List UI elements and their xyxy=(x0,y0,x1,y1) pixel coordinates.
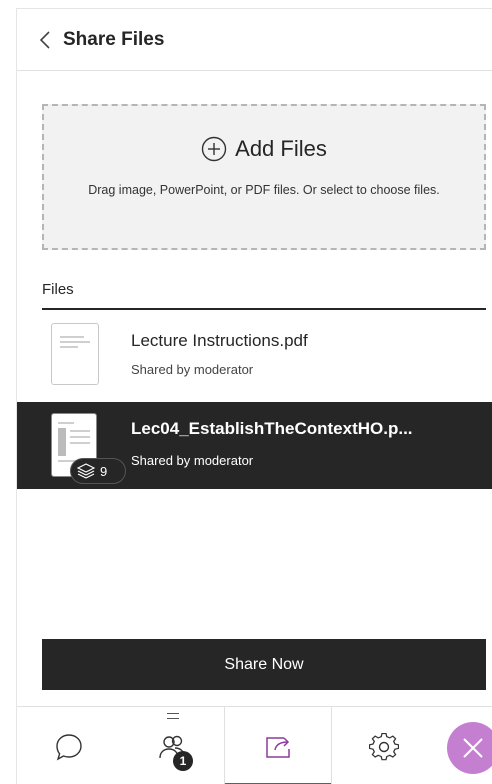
file-dropzone[interactable]: Add Files Drag image, PowerPoint, or PDF… xyxy=(42,104,486,250)
tab-share-content[interactable] xyxy=(224,707,332,784)
page-count: 9 xyxy=(100,463,108,479)
file-item-selected[interactable]: 9 Lec04_EstablishTheContextHO.p... Share… xyxy=(17,402,492,489)
file-thumbnail xyxy=(51,323,99,385)
share-now-button[interactable]: Share Now xyxy=(42,639,486,690)
share-files-panel: Share Files Add Files Drag image, PowerP… xyxy=(16,8,492,784)
add-files-label: Add Files xyxy=(235,136,327,161)
add-files-button[interactable]: Add Files xyxy=(44,136,484,162)
plus-circle-icon xyxy=(201,136,227,162)
file-shared-by: Shared by moderator xyxy=(131,453,254,468)
tab-settings[interactable] xyxy=(332,707,436,784)
share-content-icon xyxy=(266,736,290,758)
dropzone-hint: Drag image, PowerPoint, or PDF files. Or… xyxy=(88,183,440,197)
tab-chat[interactable] xyxy=(17,707,121,784)
panel-header: Share Files xyxy=(17,9,492,71)
back-button[interactable] xyxy=(37,28,53,52)
page-count-badge: 9 xyxy=(70,458,126,484)
file-shared-by: Shared by moderator xyxy=(131,362,254,377)
files-divider xyxy=(42,308,486,310)
files-heading: Files xyxy=(42,281,74,298)
file-name: Lecture Instructions.pdf xyxy=(131,331,308,350)
chat-bubble-icon xyxy=(56,733,82,760)
drag-handle[interactable] xyxy=(166,713,179,719)
file-name: Lec04_EstablishTheContextHO.p... xyxy=(131,419,413,438)
close-icon xyxy=(463,738,483,758)
gear-icon xyxy=(369,732,399,760)
attendee-count-badge: 1 xyxy=(173,751,193,771)
file-item[interactable]: Lecture Instructions.pdf Shared by moder… xyxy=(17,311,492,397)
tab-attendees[interactable]: 1 xyxy=(121,707,224,784)
bottom-tab-bar: 1 xyxy=(17,706,492,784)
chevron-left-icon xyxy=(39,31,50,49)
panel-title: Share Files xyxy=(63,29,165,50)
close-panel-button[interactable] xyxy=(447,722,492,774)
layers-icon xyxy=(77,463,95,479)
